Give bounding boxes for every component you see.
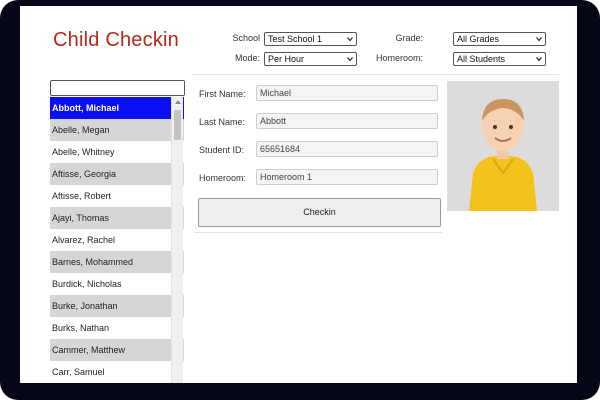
homeroom-select[interactable]: All Students xyxy=(453,52,546,66)
list-item[interactable]: Ajayi, Thomas xyxy=(50,207,184,229)
school-select-value: Test School 1 xyxy=(268,34,323,44)
list-item[interactable]: Abelle, Whitney xyxy=(50,141,184,163)
student-id-field[interactable]: 65651684 xyxy=(256,141,438,157)
student-search-input[interactable] xyxy=(50,80,185,96)
chevron-down-icon xyxy=(347,37,353,42)
checkin-divider xyxy=(194,232,442,233)
list-item[interactable]: Burke, Jonathan xyxy=(50,295,184,317)
list-item[interactable]: Cammer, Matthew xyxy=(50,339,184,361)
grade-label: Grade: xyxy=(395,33,423,43)
last-name-field[interactable]: Abbott xyxy=(256,113,438,129)
list-item[interactable]: Alvarez, Rachel xyxy=(50,229,184,251)
list-item[interactable]: Carr, Samuel xyxy=(50,361,184,383)
list-item[interactable]: Abelle, Megan xyxy=(50,119,184,141)
list-item[interactable]: Burdick, Nicholas xyxy=(50,273,184,295)
student-photo-image xyxy=(447,81,559,211)
list-scrollbar[interactable] xyxy=(171,97,183,383)
first-name-field[interactable]: Michael xyxy=(256,85,438,101)
homeroom-label: Homeroom: xyxy=(199,173,247,183)
school-select[interactable]: Test School 1 xyxy=(264,32,357,46)
list-item[interactable]: Barnes, Mohammed xyxy=(50,251,184,273)
scroll-up-arrow-icon[interactable] xyxy=(175,100,181,104)
school-label: School xyxy=(232,33,260,43)
mode-select-value: Per Hour xyxy=(268,54,305,64)
grade-select[interactable]: All Grades xyxy=(453,32,546,46)
mode-label: Mode: xyxy=(234,53,260,63)
app-screen: Child Checkin School Test School 1 Mode:… xyxy=(20,6,577,383)
app-title: Child Checkin xyxy=(53,29,179,51)
student-list: Abbott, Michael Abelle, Megan Abelle, Wh… xyxy=(50,97,184,383)
list-item[interactable]: Aftisse, Robert xyxy=(50,185,184,207)
student-photo xyxy=(447,81,559,211)
student-id-label: Student ID: xyxy=(199,145,245,155)
homeroom-filter-label: Homeroom: xyxy=(375,53,423,63)
scrollbar-thumb[interactable] xyxy=(174,110,181,140)
homeroom-select-value: All Students xyxy=(457,54,506,64)
grade-select-value: All Grades xyxy=(457,34,500,44)
first-name-label: First Name: xyxy=(199,89,246,99)
mode-select[interactable]: Per Hour xyxy=(264,52,357,66)
list-item[interactable]: Abbott, Michael xyxy=(50,97,184,119)
list-item[interactable]: Burks, Nathan xyxy=(50,317,184,339)
chevron-down-icon xyxy=(347,57,353,62)
chevron-down-icon xyxy=(536,37,542,42)
chevron-down-icon xyxy=(536,57,542,62)
list-item[interactable]: Aftisse, Georgia xyxy=(50,163,184,185)
checkin-button[interactable]: Checkin xyxy=(198,198,441,227)
homeroom-field[interactable]: Homeroom 1 xyxy=(256,169,438,185)
last-name-label: Last Name: xyxy=(199,117,246,127)
header-divider xyxy=(192,74,559,75)
